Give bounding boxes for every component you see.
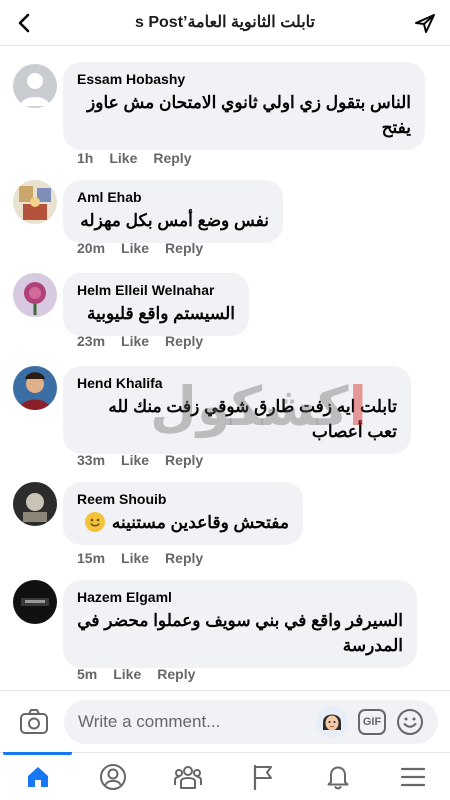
smiling-face-emoji-icon — [85, 512, 106, 532]
comment-time[interactable]: 33m — [77, 452, 105, 468]
comment-text: تابلت ايه زفت طارق شوقي زفت منك لله تعب … — [108, 397, 397, 441]
profile-icon — [99, 764, 126, 790]
emoji-button[interactable] — [396, 708, 424, 736]
back-button[interactable] — [10, 8, 40, 38]
comment-bubble[interactable]: Hend Khalifa تابلت ايه زفت طارق شوقي زفت… — [63, 366, 411, 454]
default-avatar-icon — [13, 64, 57, 108]
comment-author[interactable]: Helm Elleil Welnahar — [77, 281, 235, 299]
comment-time[interactable]: 1h — [77, 150, 93, 166]
comment-list: Essam Hobashy الناس بتقول زي اولي ثانوي … — [0, 48, 450, 690]
reply-button[interactable]: Reply — [157, 666, 195, 682]
avatar[interactable] — [13, 64, 57, 108]
menu-icon — [400, 767, 425, 787]
avatar-sticker-icon — [316, 706, 348, 738]
comment-time[interactable]: 20m — [77, 240, 105, 256]
avatar-sticker-button[interactable] — [316, 706, 348, 738]
comment-text: نفس وضع أمس بكل مهزله — [80, 211, 269, 230]
comment-bubble[interactable]: Aml Ehab نفس وضع أمس بكل مهزله — [63, 180, 283, 243]
reply-button[interactable]: Reply — [165, 550, 203, 566]
avatar[interactable] — [13, 580, 57, 624]
avatar-photo-icon — [13, 366, 57, 410]
like-button[interactable]: Like — [113, 666, 141, 682]
comment-bubble[interactable]: Essam Hobashy الناس بتقول زي اولي ثانوي … — [63, 62, 425, 150]
avatar[interactable] — [13, 273, 57, 317]
home-icon — [27, 767, 48, 787]
tab-home[interactable] — [0, 752, 75, 800]
camera-button[interactable] — [18, 706, 50, 738]
tab-groups[interactable] — [150, 753, 225, 800]
avatar[interactable] — [13, 180, 57, 224]
avatar-rose-icon — [13, 273, 57, 317]
camera-icon — [20, 709, 48, 734]
comment-text: الناس بتقول زي اولي ثانوي الامتحان مش عا… — [87, 93, 411, 137]
comment-composer: Write a comment... GIF — [0, 690, 450, 752]
chevron-left-icon — [18, 13, 30, 33]
comment-author[interactable]: Hazem Elgaml — [77, 588, 403, 606]
groups-icon — [173, 766, 202, 789]
bottom-tab-bar — [0, 752, 450, 800]
gif-button[interactable]: GIF — [358, 709, 386, 735]
reply-button[interactable]: Reply — [165, 240, 203, 256]
smiley-icon — [397, 709, 423, 735]
comment-text: السيرفر واقع في بني سويف وعملوا محضر في … — [77, 611, 403, 655]
comment-input[interactable]: Write a comment... GIF — [64, 700, 438, 744]
avatar-photo-icon — [13, 482, 57, 526]
like-button[interactable]: Like — [121, 333, 149, 349]
like-button[interactable]: Like — [121, 452, 149, 468]
comment-author[interactable]: Essam Hobashy — [77, 70, 411, 88]
tab-profile[interactable] — [75, 753, 150, 800]
comment-time[interactable]: 5m — [77, 666, 97, 682]
share-button[interactable] — [410, 8, 440, 38]
send-icon — [415, 14, 435, 33]
reply-button[interactable]: Reply — [153, 150, 191, 166]
comment-text: مفتحش وقاعدين مستنينه — [77, 510, 289, 535]
comment-bubble[interactable]: Hazem Elgaml السيرفر واقع في بني سويف وع… — [63, 580, 417, 668]
tab-pages[interactable] — [225, 753, 300, 800]
comment-time[interactable]: 15m — [77, 550, 105, 566]
comment-text-body: مفتحش وقاعدين مستنينه — [111, 513, 289, 532]
comment-text: السيستم واقع قليوبية — [86, 304, 235, 323]
notifications-bell-icon — [327, 766, 348, 790]
page-title: تابلت الثانوية العامة’s Post — [135, 14, 315, 31]
comment-input-placeholder: Write a comment... — [78, 712, 221, 731]
avatar[interactable] — [13, 482, 57, 526]
like-button[interactable]: Like — [109, 150, 137, 166]
comment-bubble[interactable]: Helm Elleil Welnahar السيستم واقع قليوبي… — [63, 273, 249, 336]
comment-author[interactable]: Reem Shouib — [77, 490, 289, 508]
tab-menu[interactable] — [375, 753, 450, 800]
post-header: تابلت الثانوية العامة’s Post — [0, 0, 450, 46]
avatar[interactable] — [13, 366, 57, 410]
like-button[interactable]: Like — [121, 240, 149, 256]
avatar-photo-icon — [13, 180, 57, 224]
comment-time[interactable]: 23m — [77, 333, 105, 349]
comment-author[interactable]: Hend Khalifa — [77, 374, 397, 392]
comment-author[interactable]: Aml Ehab — [77, 188, 269, 206]
pages-flag-icon — [253, 764, 272, 791]
avatar-photo-icon — [13, 580, 57, 624]
reply-button[interactable]: Reply — [165, 452, 203, 468]
reply-button[interactable]: Reply — [165, 333, 203, 349]
comment-bubble[interactable]: Reem Shouib مفتحش وقاعدين مستنينه — [63, 482, 303, 545]
tab-notifications[interactable] — [300, 753, 375, 800]
like-button[interactable]: Like — [121, 550, 149, 566]
